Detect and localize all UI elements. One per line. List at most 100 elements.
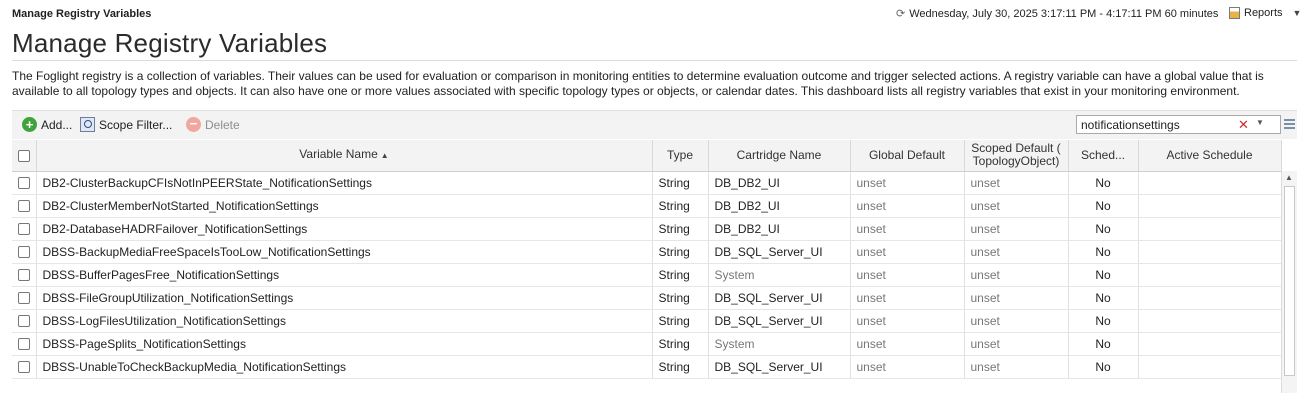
cell-active-schedule bbox=[1138, 194, 1282, 218]
cell-type: String bbox=[652, 332, 709, 356]
table-row[interactable]: DBSS-BackupMediaFreeSpaceIsTooLow_Notifi… bbox=[12, 240, 1282, 264]
cell-global-default: unset bbox=[850, 263, 965, 287]
cell-scoped-default: unset bbox=[964, 194, 1069, 218]
cell-global-default: unset bbox=[850, 332, 965, 356]
column-header-variable-name[interactable]: Variable Name ▲ bbox=[36, 140, 653, 172]
column-header-label: Variable Name bbox=[299, 147, 378, 162]
cell-variable-name: DBSS-BufferPagesFree_NotificationSetting… bbox=[36, 263, 653, 287]
table-row[interactable]: DB2-ClusterBackupCFIsNotInPEERState_Noti… bbox=[12, 171, 1282, 195]
cell-global-default: unset bbox=[850, 194, 965, 218]
cell-cartridge-name: System bbox=[708, 263, 851, 287]
cell-scheduled: No bbox=[1068, 286, 1139, 310]
row-select-cell bbox=[12, 263, 37, 287]
row-checkbox[interactable] bbox=[17, 246, 30, 259]
reports-menu[interactable]: Reports ▼ bbox=[1229, 7, 1301, 19]
time-range-selector[interactable]: ⟳ Wednesday, July 30, 2025 3:17:11 PM - … bbox=[896, 7, 1237, 21]
scope-filter-button[interactable]: Scope Filter... bbox=[80, 117, 172, 132]
cell-cartridge-name: DB_SQL_Server_UI bbox=[708, 286, 851, 310]
row-select-cell bbox=[12, 217, 37, 241]
cell-global-default: unset bbox=[850, 286, 965, 310]
cell-type: String bbox=[652, 263, 709, 287]
clear-search-icon[interactable]: ✕ bbox=[1238, 117, 1249, 133]
cell-scheduled: No bbox=[1068, 171, 1139, 195]
cell-scheduled: No bbox=[1068, 355, 1139, 379]
column-header-scoped-default[interactable]: Scoped Default ( TopologyObject) bbox=[964, 140, 1069, 172]
cell-type: String bbox=[652, 217, 709, 241]
cell-scheduled: No bbox=[1068, 309, 1139, 333]
search-input[interactable] bbox=[1076, 115, 1281, 134]
row-checkbox[interactable] bbox=[17, 223, 30, 236]
table-row[interactable]: DB2-ClusterMemberNotStarted_Notification… bbox=[12, 194, 1282, 218]
cell-scoped-default: unset bbox=[964, 240, 1069, 264]
cell-variable-name: DB2-ClusterMemberNotStarted_Notification… bbox=[36, 194, 653, 218]
row-checkbox[interactable] bbox=[17, 292, 30, 305]
table-row[interactable]: DBSS-LogFilesUtilization_NotificationSet… bbox=[12, 309, 1282, 333]
row-checkbox[interactable] bbox=[17, 269, 30, 282]
row-select-cell bbox=[12, 171, 37, 195]
column-header-global-default[interactable]: Global Default bbox=[850, 140, 965, 172]
delete-button[interactable]: − Delete bbox=[186, 117, 240, 132]
cell-active-schedule bbox=[1138, 263, 1282, 287]
clock-icon: ⟳ bbox=[896, 8, 906, 20]
cell-global-default: unset bbox=[850, 171, 965, 195]
cell-type: String bbox=[652, 286, 709, 310]
cell-scoped-default: unset bbox=[964, 332, 1069, 356]
add-label: Add... bbox=[41, 117, 73, 132]
add-button[interactable]: + Add... bbox=[22, 117, 72, 132]
table-row[interactable]: DB2-DatabaseHADRFailover_NotificationSet… bbox=[12, 217, 1282, 241]
table-row[interactable]: DBSS-UnableToCheckBackupMedia_Notificati… bbox=[12, 355, 1282, 379]
column-chooser-icon[interactable] bbox=[1284, 119, 1295, 129]
cell-variable-name: DBSS-UnableToCheckBackupMedia_Notificati… bbox=[36, 355, 653, 379]
row-checkbox[interactable] bbox=[17, 361, 30, 374]
select-all-header bbox=[12, 140, 37, 172]
row-select-cell bbox=[12, 286, 37, 310]
column-header-type[interactable]: Type bbox=[652, 140, 709, 172]
vertical-scrollbar[interactable]: ▲ bbox=[1281, 171, 1297, 393]
cell-variable-name: DBSS-BackupMediaFreeSpaceIsTooLow_Notifi… bbox=[36, 240, 653, 264]
cell-cartridge-name: DB_SQL_Server_UI bbox=[708, 309, 851, 333]
cell-scheduled: No bbox=[1068, 332, 1139, 356]
cell-global-default: unset bbox=[850, 217, 965, 241]
delete-icon: − bbox=[186, 117, 201, 132]
add-icon: + bbox=[22, 117, 37, 132]
select-all-checkbox[interactable] bbox=[17, 149, 30, 162]
cell-scoped-default: unset bbox=[964, 286, 1069, 310]
scope-filter-icon bbox=[80, 117, 95, 132]
registry-variables-grid: Variable Name ▲ Type Cartridge Name Globa… bbox=[12, 140, 1297, 379]
cell-cartridge-name: DB_SQL_Server_UI bbox=[708, 355, 851, 379]
reports-label: Reports bbox=[1244, 7, 1283, 19]
cell-scoped-default: unset bbox=[964, 217, 1069, 241]
column-header-active-schedule[interactable]: Active Schedule bbox=[1138, 140, 1282, 172]
cell-variable-name: DBSS-FileGroupUtilization_NotificationSe… bbox=[36, 286, 653, 310]
cell-type: String bbox=[652, 171, 709, 195]
cell-scoped-default: unset bbox=[964, 263, 1069, 287]
scrollbar-thumb[interactable] bbox=[1284, 186, 1295, 376]
cell-active-schedule bbox=[1138, 240, 1282, 264]
row-checkbox[interactable] bbox=[17, 177, 30, 190]
chevron-down-icon[interactable]: ▼ bbox=[1293, 8, 1302, 18]
cell-active-schedule bbox=[1138, 171, 1282, 195]
scroll-up-arrow-icon[interactable]: ▲ bbox=[1285, 173, 1293, 182]
table-body: DB2-ClusterBackupCFIsNotInPEERState_Noti… bbox=[12, 171, 1282, 379]
row-checkbox[interactable] bbox=[17, 200, 30, 213]
table-header-row: Variable Name ▲ Type Cartridge Name Globa… bbox=[12, 140, 1282, 172]
search-dropdown-icon[interactable]: ▼ bbox=[1256, 118, 1264, 127]
column-header-scheduled[interactable]: Sched... bbox=[1068, 140, 1139, 172]
row-checkbox[interactable] bbox=[17, 315, 30, 328]
cell-scoped-default: unset bbox=[964, 355, 1069, 379]
row-select-cell bbox=[12, 332, 37, 356]
cell-scoped-default: unset bbox=[964, 171, 1069, 195]
cell-scheduled: No bbox=[1068, 217, 1139, 241]
row-checkbox[interactable] bbox=[17, 338, 30, 351]
table-row[interactable]: DBSS-BufferPagesFree_NotificationSetting… bbox=[12, 263, 1282, 287]
row-select-cell bbox=[12, 355, 37, 379]
cell-cartridge-name: System bbox=[708, 332, 851, 356]
cell-global-default: unset bbox=[850, 355, 965, 379]
cell-type: String bbox=[652, 240, 709, 264]
cell-cartridge-name: DB_DB2_UI bbox=[708, 217, 851, 241]
column-header-cartridge-name[interactable]: Cartridge Name bbox=[708, 140, 851, 172]
row-select-cell bbox=[12, 240, 37, 264]
cell-scheduled: No bbox=[1068, 240, 1139, 264]
table-row[interactable]: DBSS-FileGroupUtilization_NotificationSe… bbox=[12, 286, 1282, 310]
table-row[interactable]: DBSS-PageSplits_NotificationSettings Stri… bbox=[12, 332, 1282, 356]
